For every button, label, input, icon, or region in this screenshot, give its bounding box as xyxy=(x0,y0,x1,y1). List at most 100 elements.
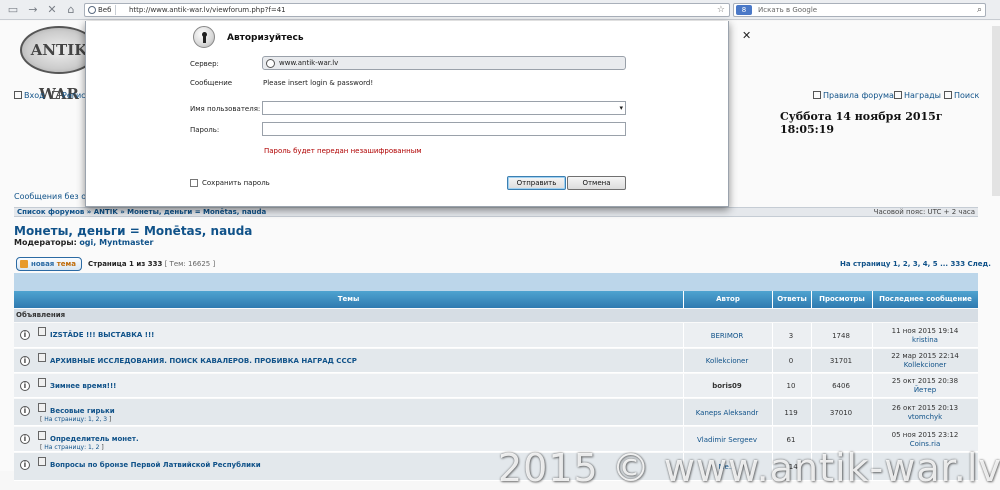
send-button[interactable]: Отправить xyxy=(507,176,566,190)
topic-views: 37010 xyxy=(829,408,853,417)
topic-author[interactable]: BERIMOR xyxy=(683,332,771,340)
topic-author[interactable]: Kollekcioner xyxy=(683,357,771,365)
topic-replies: 10 xyxy=(786,382,796,390)
password-field[interactable] xyxy=(262,122,626,136)
topic-views: 1748 xyxy=(832,331,850,340)
bookmark-star-icon[interactable]: ☆ xyxy=(717,4,725,16)
table-row: i Весовые гирьки[ На страницу: 1, 2, 3 ] K… xyxy=(14,399,978,426)
topic-title[interactable]: АРХИВНЫЕ ИССЛЕДОВАНИЯ. ПОИСК КАВАЛЕРОВ. … xyxy=(50,357,357,365)
header-topics: Темы xyxy=(337,295,360,303)
search-icon[interactable]: ⌕ xyxy=(977,4,982,16)
moderators-line: Модераторы: ogi, Myntmaster xyxy=(14,238,154,247)
search-link[interactable]: Поиск xyxy=(944,91,979,100)
topic-icon xyxy=(38,378,46,387)
announcement-icon: i xyxy=(20,381,30,391)
keyhole-stem xyxy=(203,36,206,43)
breadcrumb[interactable]: Список форумов » ANTIK » Монеты, деньги … xyxy=(17,208,266,217)
announcement-icon: i xyxy=(20,460,30,470)
home-icon[interactable]: ⌂ xyxy=(64,3,78,17)
last-post-user[interactable]: vtomchyk xyxy=(872,413,978,422)
awards-icon xyxy=(894,91,902,99)
chevron-down-icon[interactable]: ▾ xyxy=(619,103,623,114)
password-label: Пароль: xyxy=(190,126,220,134)
topic-title[interactable]: Вопросы по бронзе Первой Латвийской Респ… xyxy=(50,461,261,469)
last-post-date: 26 окт 2015 20:13 xyxy=(891,403,959,412)
url-text[interactable]: http://www.antik-war.lv/viewforum.php?f=… xyxy=(129,5,286,15)
login-icon xyxy=(14,91,22,99)
pencil-icon xyxy=(20,260,28,268)
remember-password-checkbox[interactable] xyxy=(190,179,198,187)
current-datetime: Суббота 14 ноября 2015г 18:05:19 xyxy=(780,110,943,136)
remember-password-label[interactable]: Сохранить пароль xyxy=(202,179,270,187)
topic-pages-links[interactable]: На страницу: 1, 2, 3 xyxy=(44,416,107,423)
rules-link[interactable]: Правила форума xyxy=(813,91,894,100)
login-link[interactable]: Вход xyxy=(14,91,45,100)
username-label: Имя пользователя: xyxy=(190,105,261,113)
topic-last-post: 11 ноя 2015 19:14 kristina xyxy=(872,327,978,345)
topic-title[interactable]: Определитель монет. xyxy=(50,435,139,443)
register-icon xyxy=(52,91,60,99)
watermark: 2015 © www.antik-war.lv xyxy=(498,446,1000,490)
last-post-user[interactable]: Kollekcioner xyxy=(872,361,978,370)
rules-icon xyxy=(813,91,821,99)
search-input[interactable]: Искать в Google xyxy=(758,5,817,15)
cancel-button[interactable]: Отмена xyxy=(567,176,626,190)
menu-icon[interactable]: ▭ xyxy=(6,3,20,17)
search-engine-icon[interactable]: 8 xyxy=(736,5,752,15)
topic-icon xyxy=(38,403,46,412)
header-replies: Ответы xyxy=(772,291,811,308)
table-top-strip xyxy=(14,273,978,291)
table-row: i Зимнее время!!! boris09 10 6406 25 окт 2015… xyxy=(14,374,978,398)
username-field[interactable]: ▾ xyxy=(262,101,626,115)
topic-icon xyxy=(38,327,46,336)
register-link[interactable]: Регис xyxy=(52,91,86,100)
unanswered-posts-link[interactable]: Сообщения без от xyxy=(14,192,91,201)
message-label: Сообщение xyxy=(190,79,233,87)
table-header: Темы Автор Ответы Просмотры Последнее со… xyxy=(14,291,978,308)
topic-author[interactable]: Kaneps Aleksandr xyxy=(683,409,771,417)
new-topic-label-2: тема xyxy=(56,260,76,268)
stop-icon[interactable]: ✕ xyxy=(45,3,59,17)
page-title[interactable]: Монеты, деньги = Monētas, nauda xyxy=(14,224,252,238)
awards-link[interactable]: Награды xyxy=(894,91,941,100)
forward-icon[interactable]: → xyxy=(26,3,40,17)
topic-title[interactable]: Зимнее время!!! xyxy=(50,382,116,390)
topic-author[interactable]: Vladimir Sergeev xyxy=(683,436,771,444)
topic-title[interactable]: IZSTĀDE !!! ВЫСТАВКА !!! xyxy=(50,331,154,339)
last-post-user[interactable]: Йетер xyxy=(872,386,978,395)
timezone-label: Часовой пояс: UTC + 2 часа xyxy=(873,208,975,216)
topic-icon xyxy=(38,457,46,466)
moderators-list[interactable]: ogi, Myntmaster xyxy=(79,238,153,247)
new-topic-button[interactable]: новая тема xyxy=(16,257,82,271)
auth-dialog: Авторизуйтесь Сервер: www.antik-war.lv С… xyxy=(85,21,729,207)
topic-replies: 0 xyxy=(788,357,794,365)
search-bar[interactable]: 8 Искать в Google ⌕ xyxy=(733,3,986,17)
server-value: www.antik-war.lv xyxy=(279,59,339,67)
header-views: Просмотры xyxy=(811,291,872,308)
site-identity-badge[interactable]: Веб xyxy=(86,5,117,15)
announcement-icon: i xyxy=(20,330,30,340)
section-announcements: Объявления xyxy=(14,309,978,322)
last-post-user[interactable]: kristina xyxy=(872,336,978,345)
page-info: Страница 1 из 333 [ Тем: 16625 ] xyxy=(88,260,215,268)
announcement-icon: i xyxy=(20,356,30,366)
address-bar[interactable]: Веб http://www.antik-war.lv/viewforum.ph… xyxy=(84,3,730,17)
topic-icon xyxy=(38,431,46,440)
topic-title[interactable]: Весовые гирьки xyxy=(50,407,115,415)
last-post-date: 11 ноя 2015 19:14 xyxy=(891,326,959,335)
topic-author[interactable]: boris09 xyxy=(683,382,771,390)
last-post-date: 22 мар 2015 22:14 xyxy=(891,352,959,360)
globe-icon xyxy=(266,59,275,68)
topic-pages-links[interactable]: На страницу: 1, 2 xyxy=(44,444,99,451)
close-icon[interactable]: ✕ xyxy=(742,29,751,42)
topic-last-post: 25 окт 2015 20:38 Йетер xyxy=(872,377,978,395)
pagination[interactable]: На страницу 1, 2, 3, 4, 5 ... 333 След. xyxy=(840,260,991,268)
search-label: Поиск xyxy=(954,91,980,100)
announcement-icon: i xyxy=(20,406,30,416)
awards-label: Награды xyxy=(904,91,941,100)
table-row: i АРХИВНЫЕ ИССЛЕДОВАНИЯ. ПОИСК КАВАЛЕРОВ.… xyxy=(14,349,978,373)
topic-last-post: 26 окт 2015 20:13 vtomchyk xyxy=(872,404,978,422)
search-icon xyxy=(944,91,952,99)
dialog-title: Авторизуйтесь xyxy=(227,33,304,43)
message-value: Please insert login & password! xyxy=(263,79,374,87)
